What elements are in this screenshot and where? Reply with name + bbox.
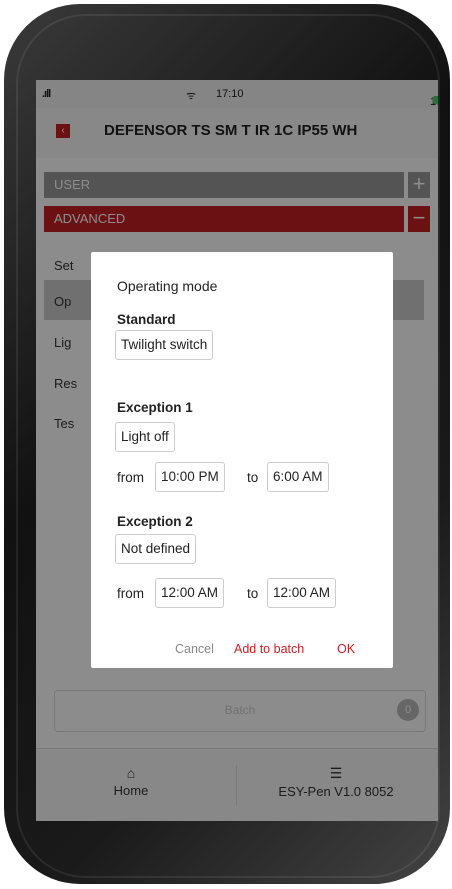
- exception1-label: Exception 1: [117, 400, 193, 415]
- cancel-button[interactable]: Cancel: [175, 642, 214, 656]
- exception1-from-time[interactable]: 10:00 PM: [155, 462, 225, 492]
- exception1-from-label: from: [117, 470, 144, 485]
- operating-mode-dialog: Operating mode Standard Twilight switch …: [91, 252, 393, 668]
- exception2-to-label: to: [247, 586, 259, 601]
- exception1-to-time[interactable]: 6:00 AM: [267, 462, 329, 492]
- exception1-to-label: to: [247, 470, 259, 485]
- exception2-label: Exception 2: [117, 514, 193, 529]
- standard-value-field[interactable]: Twilight switch: [115, 330, 214, 360]
- ok-button[interactable]: OK: [337, 642, 355, 656]
- exception2-from-label: from: [117, 586, 144, 601]
- add-to-batch-button[interactable]: Add to batch: [234, 642, 304, 656]
- exception1-value-field[interactable]: Light off: [115, 422, 175, 452]
- screen: .ıll ᯤ 17:10 100% ‹ DEFENSOR TS SM T IR …: [36, 80, 438, 821]
- standard-label: Standard: [117, 312, 176, 327]
- exception2-to-time[interactable]: 12:00 AM: [267, 578, 337, 608]
- dialog-title: Operating mode: [117, 278, 218, 294]
- exception2-from-time[interactable]: 12:00 AM: [155, 578, 225, 608]
- exception2-value-field[interactable]: Not defined: [115, 534, 197, 564]
